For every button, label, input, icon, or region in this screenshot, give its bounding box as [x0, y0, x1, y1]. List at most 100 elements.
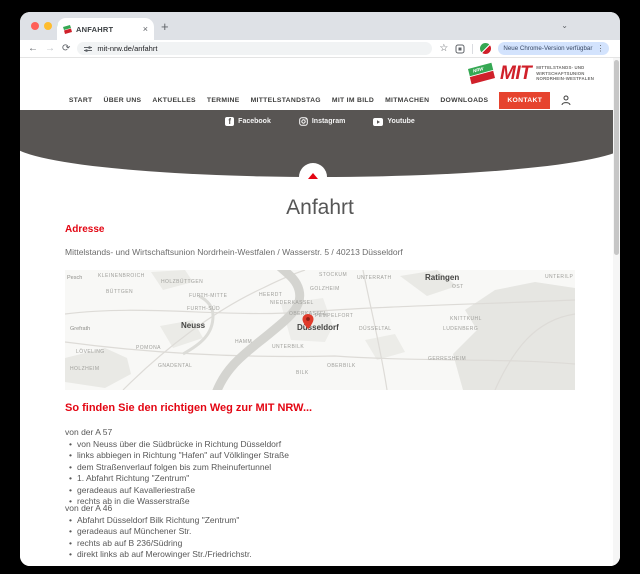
map-pin-icon[interactable] — [302, 314, 314, 329]
instagram-icon — [299, 117, 308, 126]
nav-item-aktuelles[interactable]: AKTUELLES — [152, 97, 195, 104]
map-label: STOCKUM — [319, 272, 347, 278]
tab-title: ANFAHRT — [76, 25, 139, 34]
route-step: 1. Abfahrt Richtung "Zentrum" — [69, 473, 289, 484]
route-step: direkt links ab auf Merowinger Str./Frie… — [69, 549, 252, 560]
map-label: Ratingen — [425, 273, 459, 282]
extensions-icon[interactable] — [455, 44, 465, 54]
map-label: DÜSSELTAL — [359, 326, 392, 332]
close-window-button[interactable] — [31, 22, 39, 30]
route-step: geradeaus auf Kavalleriestraße — [69, 485, 289, 496]
map-label: HOLZBÜTTGEN — [161, 279, 203, 285]
map-label: Grefrath — [70, 326, 90, 332]
profile-avatar[interactable] — [480, 43, 491, 54]
map-label: PEMPELFORT — [315, 313, 353, 319]
map-label: OBERBILK — [327, 363, 356, 369]
user-icon[interactable] — [561, 95, 571, 105]
tab-favicon — [63, 25, 72, 34]
browser-window: ANFAHRT × + ⌄ ← → ⟳ mit-nrw.de/anfahrt ☆… — [20, 12, 620, 566]
route-step: dem Straßenverlauf folgen bis zum Rheinu… — [69, 462, 289, 473]
route-a46-steps: Abfahrt Düsseldorf Bilk Richtung "Zentru… — [69, 515, 252, 561]
map-label: KLEINENBROICH — [98, 273, 145, 279]
route-step: Abfahrt Düsseldorf Bilk Richtung "Zentru… — [69, 515, 252, 526]
map-label: UNTERBILK — [272, 344, 304, 350]
forward-icon[interactable]: → — [45, 44, 55, 54]
map[interactable]: Pesch KLEINENBROICH HOLZBÜTTGEN BÜTTGEN … — [65, 270, 575, 390]
url-bar[interactable]: mit-nrw.de/anfahrt — [77, 42, 432, 55]
nav-item-termine[interactable]: TERMINE — [207, 97, 240, 104]
route-a57-title: von der A 57 — [65, 427, 112, 437]
map-label: GNADENTAL — [158, 363, 192, 369]
nav-item-downloads[interactable]: DOWNLOADS — [440, 97, 488, 104]
scrollbar-thumb[interactable] — [614, 60, 619, 255]
site-header: NRW MIT MITTELSTANDS- UND WIRTSCHAFTSUNI… — [20, 58, 620, 88]
browser-tab[interactable]: ANFAHRT × — [57, 18, 154, 40]
back-icon[interactable]: ← — [28, 44, 38, 54]
map-label: HOLZHEIM — [70, 366, 99, 372]
tab-close-icon[interactable]: × — [143, 25, 148, 34]
map-label: Pesch — [67, 275, 82, 281]
map-label: FURTH-SÜD — [187, 306, 220, 312]
map-label: BÜTTGEN — [106, 289, 133, 295]
tab-strip: ANFAHRT × + ⌄ — [20, 12, 620, 40]
map-label: UNTERRATH — [357, 275, 392, 281]
nrw-emblem-icon: NRW — [468, 62, 495, 85]
nav-item-ueber-uns[interactable]: ÜBER UNS — [103, 97, 141, 104]
nav-item-mit-im-bild[interactable]: MIT IM BILD — [332, 97, 374, 104]
route-step: links abbiegen in Richtung "Hafen" auf V… — [69, 450, 289, 461]
map-label: FURTH-MITTE — [189, 293, 227, 299]
new-tab-button[interactable]: + — [161, 20, 169, 33]
page-viewport: NRW MIT MITTELSTANDS- UND WIRTSCHAFTSUNI… — [20, 58, 620, 566]
map-label: HEERDT — [259, 292, 282, 298]
map-label: Neuss — [181, 321, 205, 330]
toolbar-divider — [472, 44, 473, 54]
main-navigation: START ÜBER UNS AKTUELLES TERMINE MITTELS… — [20, 88, 620, 112]
nav-item-mittelstandstag[interactable]: MITTELSTANDSTAG — [251, 97, 321, 104]
map-label: KNITTKUHL — [450, 316, 482, 322]
browser-menu-icon[interactable]: ⋮ — [596, 45, 604, 53]
logo-subtitle: MITTELSTANDS- UND WIRTSCHAFTSUNION NORDR… — [536, 65, 594, 82]
reload-icon[interactable]: ⟳ — [62, 44, 70, 54]
map-label: HAMM — [235, 339, 252, 345]
directions-heading: So finden Sie den richtigen Weg zur MIT … — [65, 402, 312, 414]
chrome-update-chip[interactable]: Neue Chrome-Version verfügbar ⋮ — [498, 42, 609, 55]
url-text[interactable]: mit-nrw.de/anfahrt — [97, 44, 157, 53]
arrow-up-icon — [308, 173, 318, 179]
route-a46-title: von der A 46 — [65, 503, 112, 513]
bookmark-star-icon[interactable]: ☆ — [439, 44, 448, 54]
page-title: Anfahrt — [20, 196, 620, 220]
map-label: POMONA — [136, 345, 161, 351]
map-label: GERRESHEIM — [428, 356, 466, 362]
nav-item-start[interactable]: START — [69, 97, 93, 104]
scroll-marker-circle[interactable] — [299, 163, 327, 191]
scrollbar-track[interactable] — [613, 58, 620, 566]
map-label: LÖVELING — [76, 349, 105, 355]
chrome-update-label: Neue Chrome-Version verfügbar — [503, 45, 592, 52]
route-step: rechts ab auf B 236/Südring — [69, 538, 252, 549]
route-a57-steps: von Neuss über die Südbrücke in Richtung… — [69, 439, 289, 507]
map-label: LUDENBERG — [443, 326, 478, 332]
facebook-icon: f — [225, 117, 234, 126]
map-label: OST — [452, 284, 464, 290]
minimize-window-button[interactable] — [44, 22, 52, 30]
address-heading: Adresse — [65, 224, 104, 235]
mit-nrw-logo[interactable]: NRW MIT MITTELSTANDS- UND WIRTSCHAFTSUNI… — [468, 62, 594, 85]
route-step: geradeaus auf Münchener Str. — [69, 526, 252, 537]
youtube-link[interactable]: Youtube — [373, 117, 414, 126]
nav-item-mitmachen[interactable]: MITMACHEN — [385, 97, 429, 104]
map-label: GOLZHEIM — [310, 286, 340, 292]
address-line: Mittelstands- und Wirtschaftsunion Nordr… — [65, 247, 403, 257]
nav-item-kontakt[interactable]: KONTAKT — [499, 92, 550, 109]
chevron-down-icon[interactable]: ⌄ — [561, 21, 568, 30]
social-links: f Facebook Instagram Yout — [20, 117, 620, 126]
map-label: BILK — [296, 370, 309, 376]
logo-mit-text: MIT — [500, 63, 531, 85]
route-step: von Neuss über die Südbrücke in Richtung… — [69, 439, 289, 450]
map-label: UNTERILP — [545, 274, 573, 280]
facebook-link[interactable]: f Facebook — [225, 117, 271, 126]
youtube-icon — [373, 118, 383, 126]
site-controls-icon[interactable] — [84, 45, 92, 53]
instagram-link[interactable]: Instagram — [299, 117, 345, 126]
browser-toolbar: ← → ⟳ mit-nrw.de/anfahrt ☆ Neue Chrome-V… — [20, 40, 620, 58]
map-label: NIEDERKASSEL — [270, 300, 314, 306]
